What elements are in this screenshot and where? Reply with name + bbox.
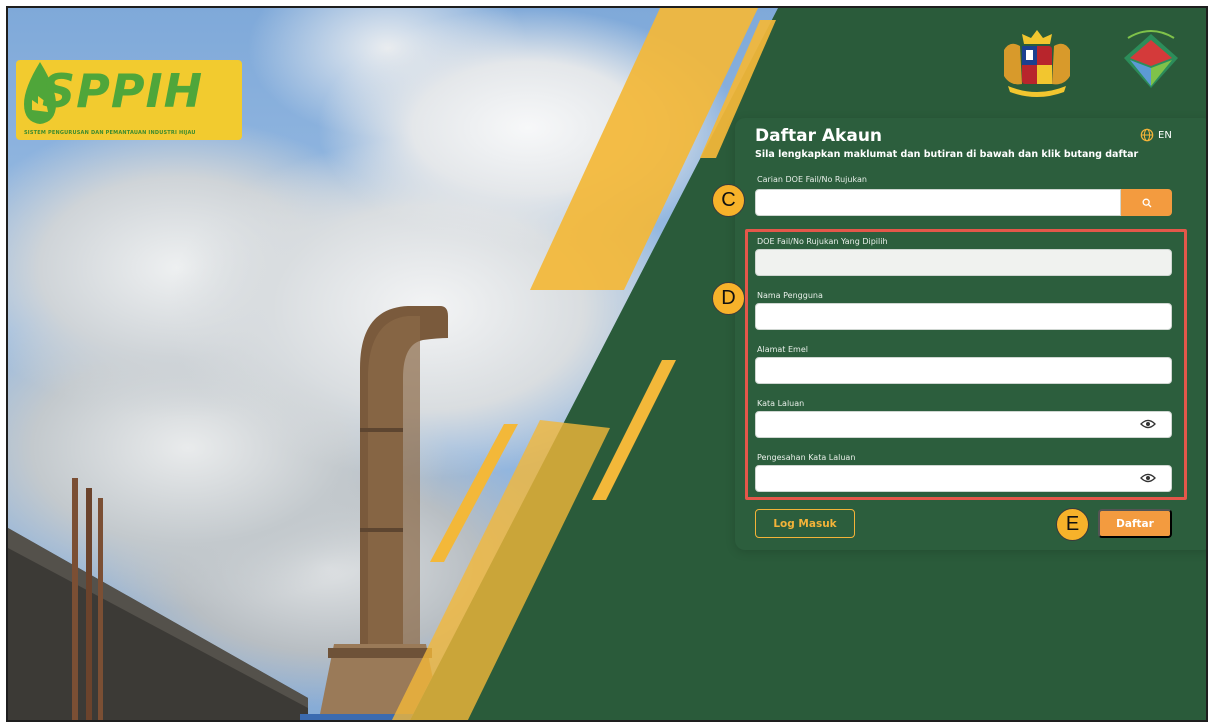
malaysia-coat-of-arms-icon — [1004, 30, 1070, 97]
login-button[interactable]: Log Masuk — [755, 509, 855, 538]
language-label: EN — [1158, 129, 1172, 141]
email-field[interactable] — [755, 357, 1172, 384]
confirm-password-label: Pengesahan Kata Laluan — [757, 453, 856, 462]
search-label: Carian DOE Fail/No Rujukan — [757, 175, 867, 184]
annotation-badge-c: C — [712, 184, 745, 217]
selected-ref-field[interactable] — [755, 249, 1172, 276]
annotation-badge-d: D — [712, 282, 745, 315]
show-confirm-password-icon[interactable] — [1140, 472, 1156, 484]
annotation-badge-e: E — [1056, 508, 1089, 541]
show-password-icon[interactable] — [1140, 418, 1156, 430]
username-field[interactable] — [755, 303, 1172, 330]
sppih-logo-subtitle: SISTEM PENGURUSAN DAN PEMANTAUAN INDUSTR… — [24, 130, 196, 136]
email-label: Alamat Emel — [757, 345, 808, 354]
username-label: Nama Pengguna — [757, 291, 823, 300]
doe-emblem-icon — [1124, 30, 1178, 88]
search-icon — [1142, 198, 1151, 207]
search-input[interactable] — [755, 189, 1121, 216]
selected-ref-label: DOE Fail/No Rujukan Yang Dipilih — [757, 237, 888, 246]
register-button[interactable]: Daftar — [1098, 509, 1172, 538]
confirm-password-field[interactable] — [755, 465, 1172, 492]
form-subtitle: Sila lengkapkan maklumat dan butiran di … — [755, 149, 1139, 160]
globe-icon — [1140, 128, 1154, 142]
password-field[interactable] — [755, 411, 1172, 438]
password-label: Kata Laluan — [757, 399, 805, 408]
sppih-logo-text: SPPIH — [42, 64, 204, 118]
search-button[interactable] — [1121, 189, 1172, 216]
language-toggle[interactable]: EN — [1140, 128, 1172, 142]
form-title: Daftar Akaun — [755, 126, 883, 146]
